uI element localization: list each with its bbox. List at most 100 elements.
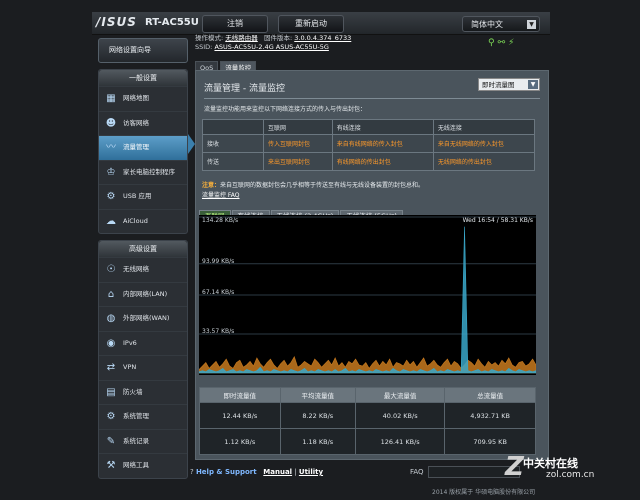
sidebar-item-label: 内部网络(LAN) [123, 289, 168, 298]
network-map-icon: ▦ [106, 93, 116, 104]
stats-cell: 8.22 KB/s [279, 402, 356, 429]
monitor-mode-select[interactable]: 即时流量图 ▼ [478, 78, 540, 91]
stats-cell: 12.44 KB/s [199, 402, 281, 429]
traffic-manager-icon: 〰 [106, 142, 116, 153]
legend-cell: 来出互联网封包 [263, 152, 333, 171]
y-tick-label: 33.57 KB/s [202, 328, 234, 335]
legend-row-label: 接收 [202, 134, 264, 153]
stats-header: 平均流量值 [279, 387, 356, 403]
traffic-chart: 134.28 KB/s 93.99 KB/s 67.14 KB/s 33.57 KB/… [199, 215, 536, 375]
y-tick-label: 93.99 KB/s [202, 258, 234, 265]
mode-value[interactable]: 无线路由器 [225, 34, 258, 42]
status-line: 操作模式: 无线路由器 固件版本: 3.0.0.4.374_6733 SSID:… [195, 34, 351, 52]
note-text: 来自互联网的数据封包会几乎相等于传送至有线与无线设备装置的封包总和。 [220, 182, 425, 189]
sidebar-item-label: IPv6 [123, 338, 137, 347]
reboot-button[interactable]: 重新启动 [278, 15, 344, 33]
sidebar-item-label: AiCloud [123, 216, 148, 225]
description: 流量监控功能用来监控以下网络连接方式的传入与传出封包： [204, 106, 367, 113]
traffic-chart-svg: 134.28 KB/s 93.99 KB/s 67.14 KB/s 33.57 KB/… [199, 216, 536, 374]
general-settings-title: 一般设置 [99, 70, 187, 86]
log-icon: ✎ [106, 435, 116, 447]
guest-network-icon: ☻ [105, 117, 117, 129]
sidebar-item-label: 系统管理 [123, 412, 149, 420]
sidebar-item-guest-network[interactable]: ☻ 访客网络 [99, 110, 187, 136]
ipv6-icon: ◉ [106, 337, 116, 349]
chevron-down-icon: ▼ [528, 80, 538, 89]
faq-label: FAQ [410, 468, 424, 476]
logout-button[interactable]: 注销 [202, 15, 268, 33]
utility-link[interactable]: Utility [299, 468, 323, 476]
sidebar-item-wan[interactable]: ◍ 外部网络(WAN) [99, 306, 187, 331]
sidebar-item-log[interactable]: ✎ 系统记录 [99, 428, 187, 454]
sidebar-item-wireless[interactable]: ☉ 无线网络 [99, 257, 187, 282]
wizard-label: 网络设置向导 [109, 46, 151, 54]
firmware-label: 固件版本: [263, 34, 293, 42]
setup-wizard-button[interactable]: 网络设置向导 [98, 38, 188, 63]
sidebar-item-usb[interactable]: ⚙ USB 应用 [99, 184, 187, 209]
sidebar-item-label: 网络地图 [123, 94, 149, 102]
sidebar-item-traffic-manager[interactable]: 〰流量管理 [99, 135, 187, 160]
legend-row-label: 传送 [202, 152, 264, 171]
traffic-stats-table: 即时流量值 平均流量值 最大流量值 总流量值 12.44 KB/s 8.22 K… [199, 387, 536, 455]
legend-header-cell: 互联网 [263, 119, 333, 135]
faq-link[interactable]: 流量监控 FAQ [202, 190, 240, 199]
wifi-status-icon[interactable]: ⚲ [488, 38, 498, 48]
faq-search: FAQ [410, 466, 520, 478]
stats-cell: 4,932.71 KB [444, 402, 536, 429]
ssid-label: SSID: [195, 43, 213, 51]
admin-icon: ⚙ [106, 411, 116, 422]
vpn-icon: ⇄ [106, 362, 116, 373]
footer-separator: | [294, 468, 297, 476]
firmware-value[interactable]: 3.0.0.4.374_6733 [294, 34, 351, 42]
stats-cell: 126.41 KB/s [354, 428, 446, 455]
main-panel: 流量管理 - 流量监控 即时流量图 ▼ 流量监控功能用来监控以下网络连接方式的传入… [195, 70, 549, 460]
legend-cell: 有线网络的传出封包 [331, 152, 434, 171]
help-support-link[interactable]: Help & Support [196, 468, 257, 476]
manual-link[interactable]: Manual [263, 468, 292, 476]
legend-cell: 传入互联网封包 [263, 134, 333, 153]
table-row: 1.12 KB/s 1.18 KB/s 126.41 KB/s 709.95 K… [199, 428, 536, 455]
legend-cell: 来自有线网络的传入封包 [331, 134, 434, 153]
chevron-down-icon: ▼ [527, 20, 536, 29]
sidebar-item-label: 系统记录 [123, 436, 149, 445]
language-select[interactable]: 简体中文 ▼ [462, 16, 540, 32]
y-tick-label: 134.28 KB/s [202, 217, 238, 224]
stats-cell: 1.18 KB/s [279, 428, 356, 455]
asus-logo: /ISUS [96, 15, 137, 29]
advanced-settings-title: 高级设置 [99, 241, 187, 257]
sidebar-item-admin[interactable]: ⚙ 系统管理 [99, 404, 187, 429]
monitor-mode-value: 即时流量图 [482, 81, 515, 89]
network-status-icon[interactable]: ⚯ [498, 38, 509, 48]
sidebar-item-aicloud[interactable]: ☁ AiCloud [99, 208, 187, 234]
model-name: RT-AC55U [145, 17, 199, 28]
firewall-icon: ▤ [106, 386, 116, 398]
sidebar-item-label: 无线网络 [123, 265, 149, 273]
general-settings-group: 一般设置 ▦ 网络地图 ☻ 访客网络 〰流量管理 ♔ 家长电脑控制程序 ⚙ USB 应用… [98, 69, 188, 234]
usb-icon: ⚙ [106, 191, 116, 202]
usb-status-icon[interactable]: ⚡ [508, 38, 517, 48]
sidebar: 网络设置向导 一般设置 ▦ 网络地图 ☻ 访客网络 〰流量管理 ♔ 家长电脑控制程序 … [98, 38, 188, 485]
help-icon: ? [190, 468, 194, 476]
advanced-settings-group: 高级设置 ☉ 无线网络 ⌂ 内部网络(LAN) ◍ 外部网络(WAN) ◉ IPv6 ⇄… [98, 240, 188, 479]
sidebar-item-firewall[interactable]: ▤ 防火墙 [99, 379, 187, 405]
watermark-url: zol.com.cn [546, 470, 595, 480]
mode-label: 操作模式: [195, 34, 224, 42]
legend-header-cell: 有线连接 [331, 119, 434, 135]
sidebar-item-vpn[interactable]: ⇄ VPN [99, 355, 187, 380]
watermark-title: 中关村在线 [523, 457, 578, 470]
sidebar-item-tools[interactable]: ⚒ 网络工具 [99, 453, 187, 478]
sidebar-item-lan[interactable]: ⌂ 内部网络(LAN) [99, 281, 187, 307]
sidebar-item-network-map[interactable]: ▦ 网络地图 [99, 86, 187, 111]
table-row: 接收 传入互联网封包 来自有线网络的传入封包 来自无线网络的传入封包 [202, 134, 536, 153]
legend-cell: 无线网络的传出封包 [432, 152, 536, 171]
copyright: 2014 版权属于 华硕电脑股份有限公司 [432, 489, 536, 496]
tools-icon: ⚒ [106, 460, 116, 471]
active-item-arrow [188, 134, 195, 154]
stats-header: 即时流量值 [199, 387, 281, 403]
wan-icon: ◍ [106, 313, 116, 324]
footer: ? Help & Support Manual | Utility [190, 468, 323, 476]
sidebar-item-ipv6[interactable]: ◉ IPv6 [99, 330, 187, 356]
lan-icon: ⌂ [107, 288, 115, 300]
sidebar-item-parental-control[interactable]: ♔ 家长电脑控制程序 [99, 159, 187, 185]
table-row: 传送 来出互联网封包 有线网络的传出封包 无线网络的传出封包 [202, 152, 536, 171]
